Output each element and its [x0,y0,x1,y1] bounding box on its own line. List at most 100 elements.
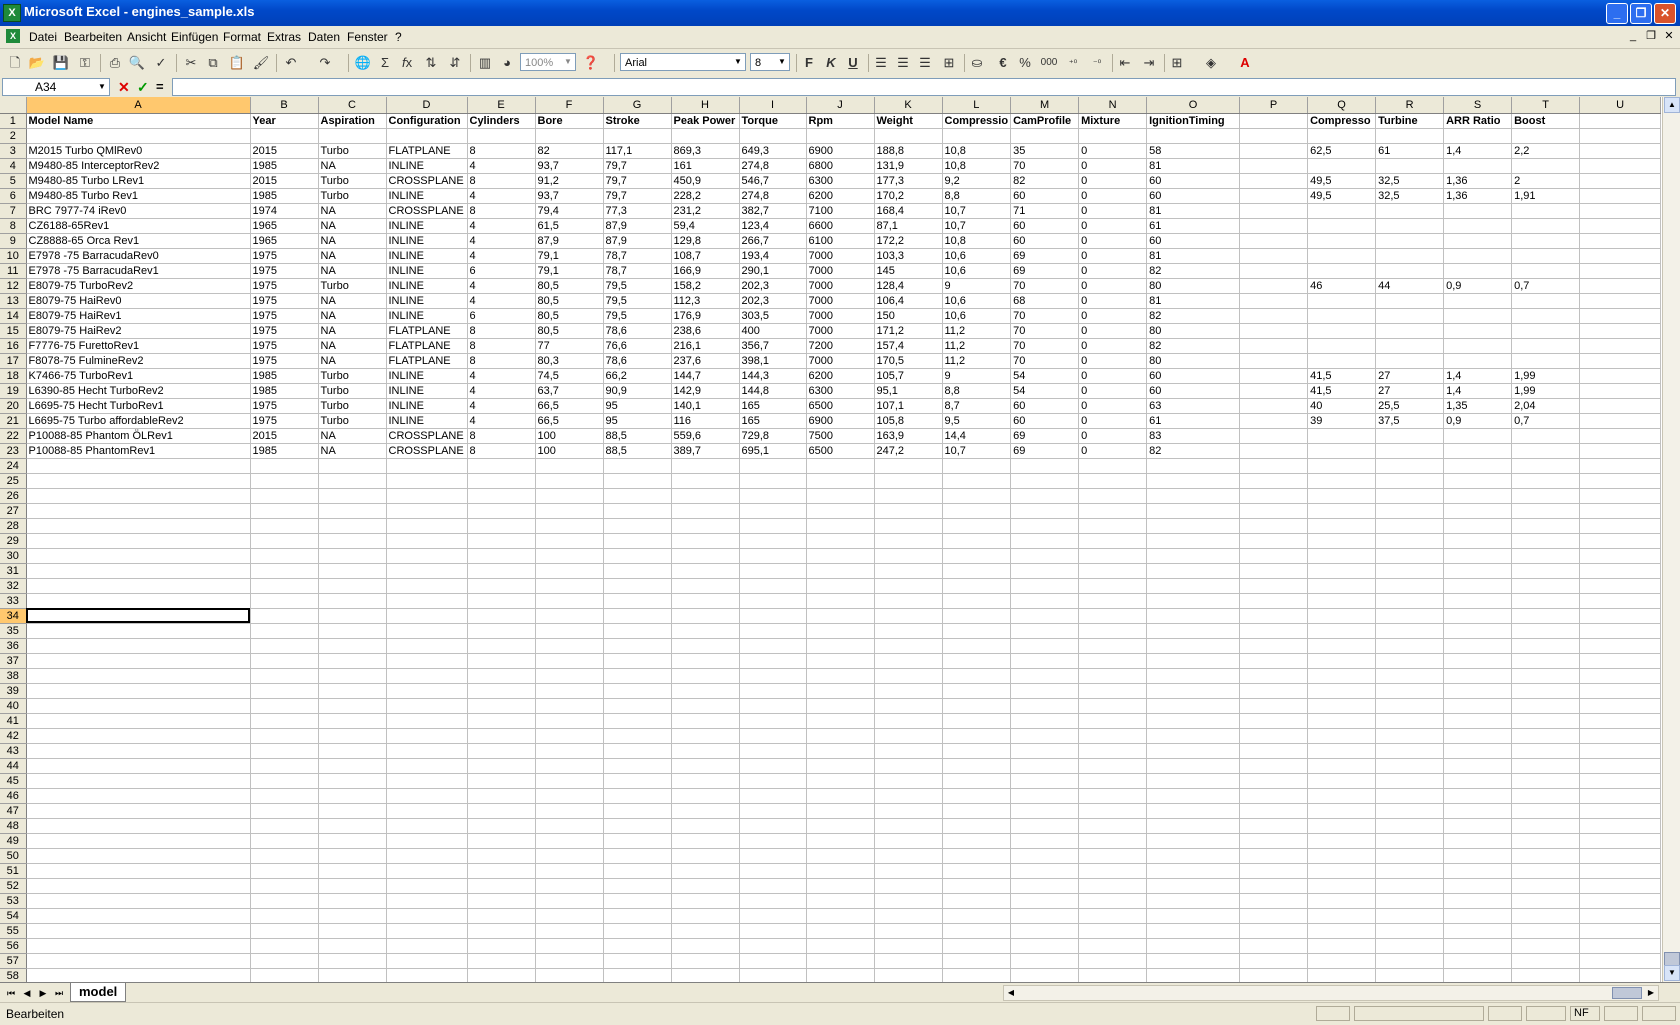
cell[interactable] [1511,803,1581,819]
cell[interactable] [318,503,387,519]
cell[interactable]: Turbo [318,278,387,294]
cell[interactable] [1375,563,1445,579]
cell[interactable] [942,548,1012,564]
cell[interactable] [1010,128,1080,144]
column-header[interactable]: L [942,97,1012,114]
cell[interactable]: 79,7 [603,188,672,204]
italic-icon[interactable]: K [822,54,840,72]
row-header[interactable]: 5 [0,173,27,189]
chevron-down-icon[interactable]: ▼ [775,54,789,70]
cell[interactable]: 4 [467,278,536,294]
cell[interactable] [386,623,468,639]
cell[interactable] [1307,158,1377,174]
cell[interactable] [1146,653,1241,669]
cell[interactable] [1511,623,1581,639]
cell[interactable]: 66,2 [603,368,672,384]
cell[interactable] [535,473,604,489]
cell[interactable] [1443,443,1513,459]
cell[interactable]: 559,6 [671,428,740,444]
cell[interactable] [1375,833,1445,849]
doc-minimize-button[interactable]: _ [1626,29,1640,43]
cell[interactable] [1375,428,1445,444]
decrease-indent-icon[interactable]: ⇤ [1116,54,1134,72]
cell[interactable] [1511,443,1581,459]
cell[interactable]: 0 [1078,413,1148,429]
cell[interactable]: 105,8 [874,413,943,429]
cell[interactable] [1078,968,1148,982]
cell[interactable]: 8,7 [942,398,1012,414]
row-header[interactable]: 39 [0,683,27,699]
cell[interactable] [671,593,740,609]
cell[interactable] [318,698,387,714]
cell[interactable] [386,608,468,624]
cell[interactable]: 66,5 [535,413,604,429]
cell[interactable] [671,623,740,639]
cell[interactable]: 37,5 [1375,413,1445,429]
cell[interactable] [250,608,319,624]
cell[interactable]: P10088-85 Phantom ÖLRev1 [26,428,251,444]
cell[interactable] [1511,233,1581,249]
cell[interactable]: 60 [1146,188,1241,204]
column-header[interactable]: P [1239,97,1309,114]
row-header[interactable]: 34 [0,608,27,624]
cell[interactable]: 2015 [250,173,319,189]
cell[interactable]: 60 [1010,188,1080,204]
cell[interactable]: 266,7 [739,233,807,249]
cell[interactable] [1307,353,1377,369]
cell[interactable] [1375,593,1445,609]
cell[interactable] [467,863,536,879]
cell[interactable] [1511,893,1581,909]
cell[interactable] [739,638,807,654]
cell[interactable]: 1,4 [1443,143,1513,159]
fill-color-icon[interactable]: ◈ [1202,54,1220,72]
row-header[interactable]: 56 [0,938,27,954]
cell[interactable] [386,953,468,969]
cell[interactable] [535,773,604,789]
cell[interactable] [671,473,740,489]
cell[interactable] [1307,518,1377,534]
cell[interactable] [1511,353,1581,369]
cell[interactable] [1146,953,1241,969]
cell[interactable] [942,668,1012,684]
cell[interactable] [1375,578,1445,594]
cell[interactable]: 81 [1146,293,1241,309]
cell[interactable] [1307,728,1377,744]
cell[interactable] [942,683,1012,699]
cell[interactable]: 78,6 [603,353,672,369]
cell[interactable]: 91,2 [535,173,604,189]
cell[interactable] [1375,233,1445,249]
cell[interactable] [1307,308,1377,324]
cell[interactable]: 4 [467,158,536,174]
cell[interactable] [1307,638,1377,654]
cell[interactable]: F7776-75 FurettoRev1 [26,338,251,354]
cell[interactable] [1078,713,1148,729]
cell[interactable] [1010,953,1080,969]
cell[interactable] [1579,473,1662,489]
cell[interactable] [535,953,604,969]
cell[interactable]: Turbo [318,188,387,204]
cell[interactable]: 78,6 [603,323,672,339]
cell[interactable] [942,818,1012,834]
cell[interactable] [535,758,604,774]
cell[interactable] [1375,728,1445,744]
cell[interactable]: 1,36 [1443,173,1513,189]
cell[interactable] [26,518,251,534]
cell[interactable] [1307,218,1377,234]
cell[interactable] [1375,938,1445,954]
menu-extras[interactable]: Extras [267,30,301,44]
cell[interactable] [318,803,387,819]
cell[interactable]: 80,5 [535,323,604,339]
cell[interactable] [1579,158,1662,174]
cell[interactable] [806,668,875,684]
cell[interactable]: NA [318,338,387,354]
cell[interactable]: 32,5 [1375,188,1445,204]
row-header[interactable]: 29 [0,533,27,549]
cell[interactable] [1511,533,1581,549]
cell[interactable] [806,908,875,924]
chart-wizard-icon[interactable]: ▥ [476,54,494,72]
cell[interactable] [386,668,468,684]
cell[interactable]: 82 [1146,338,1241,354]
cell[interactable] [1511,938,1581,954]
cell[interactable] [1579,443,1662,459]
cell[interactable] [1375,818,1445,834]
